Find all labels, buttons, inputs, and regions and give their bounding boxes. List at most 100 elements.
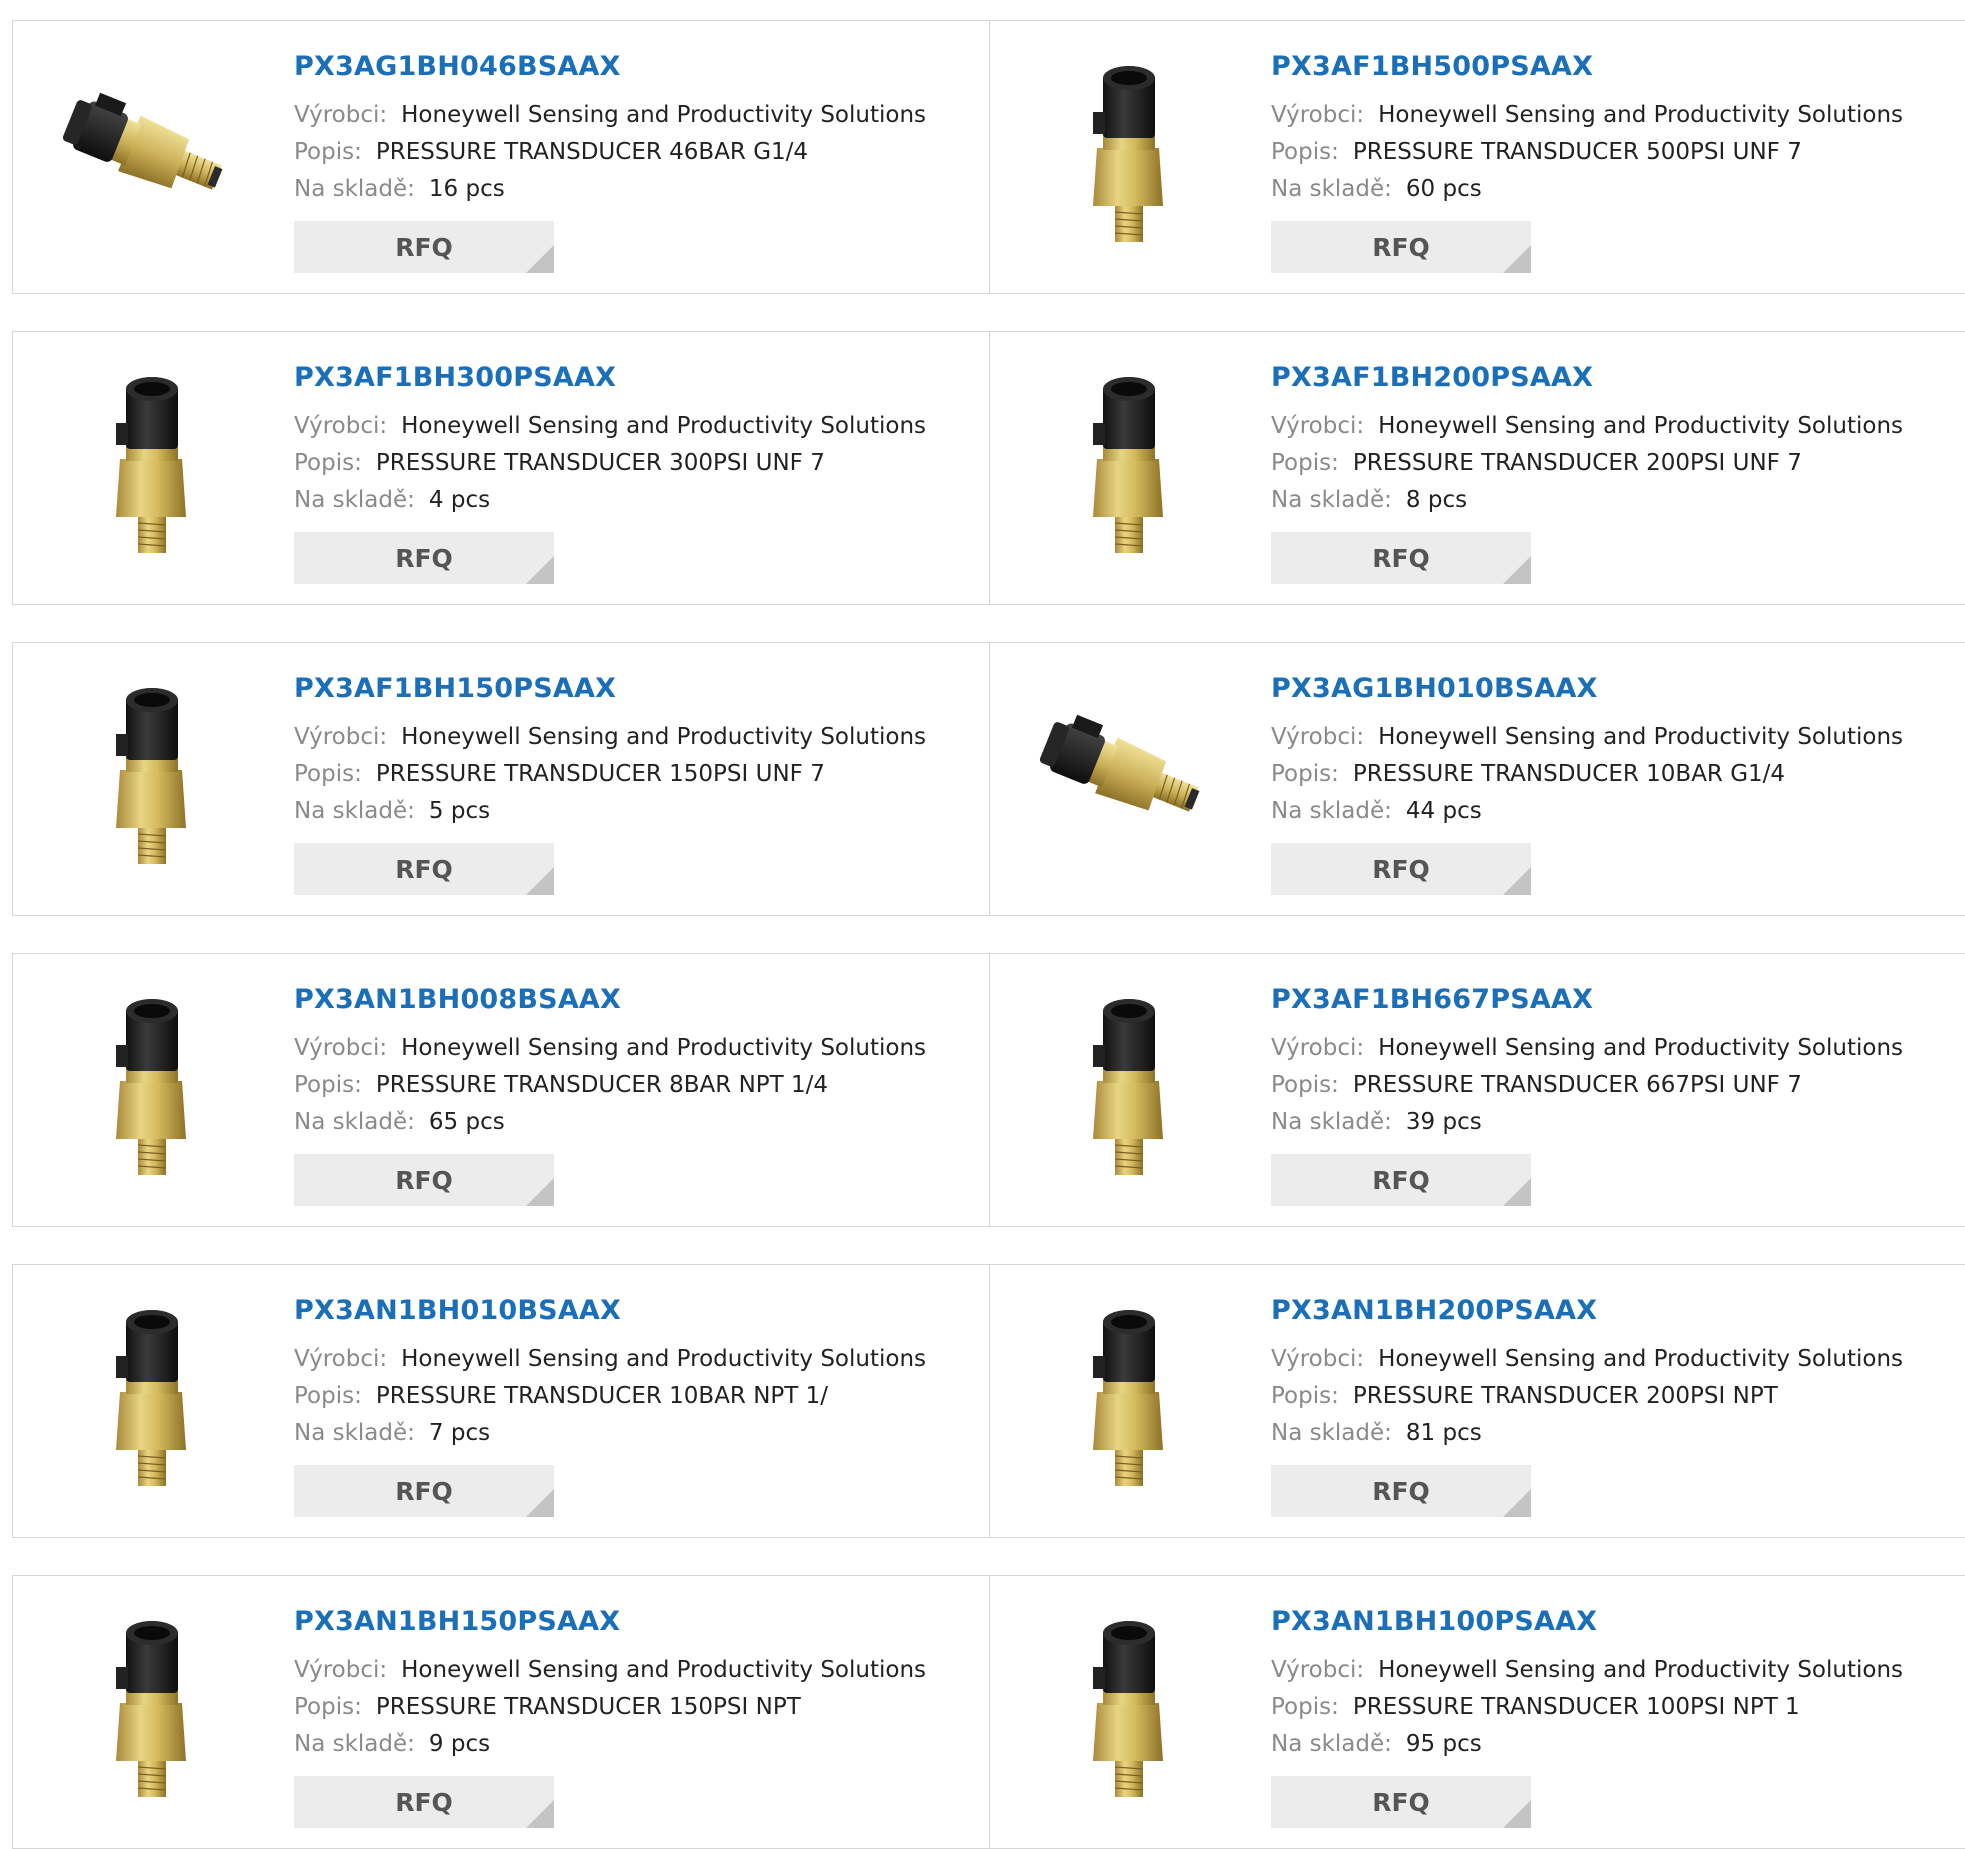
manufacturer-label: Výrobci: [1271,102,1365,128]
product-image[interactable] [51,673,251,873]
product-row: PX3AN1BH150PSAAX Výrobci: Honeywell Sensi… [12,1575,1965,1849]
stock-line: Na skladě: 95 pcs [1271,1731,1482,1757]
manufacturer-value: Honeywell Sensing and Productivity Solut… [401,102,927,128]
rfq-label: RFQ [395,1787,453,1817]
stock-line: Na skladě: 4 pcs [294,487,490,513]
product-image[interactable] [51,1606,251,1806]
stock-value: 60 pcs [1405,176,1482,202]
product-image[interactable] [1028,362,1228,562]
description-line: Popis: PRESSURE TRANSDUCER 100PSI NPT 1 [1271,1694,1800,1720]
product-image[interactable] [51,362,251,562]
rfq-button[interactable]: RFQ [1271,1465,1531,1517]
part-number-link[interactable]: PX3AF1BH200PSAAX [1271,362,1593,393]
rfq-label: RFQ [1372,543,1430,573]
stock-value: 7 pcs [428,1420,491,1446]
part-number-link[interactable]: PX3AF1BH667PSAAX [1271,984,1593,1015]
description-value: PRESSURE TRANSDUCER 200PSI UNF 7 [1352,450,1802,476]
pressure-sensor-icon [116,688,186,864]
rfq-button[interactable]: RFQ [294,1154,554,1206]
stock-line: Na skladě: 65 pcs [294,1109,505,1135]
product-image[interactable] [51,984,251,1184]
stock-value: 9 pcs [428,1731,491,1757]
product-image[interactable] [51,1295,251,1495]
description-value: PRESSURE TRANSDUCER 150PSI UNF 7 [375,761,825,787]
stock-label: Na skladě: [294,1109,415,1135]
stock-label: Na skladě: [294,798,415,824]
part-number-link[interactable]: PX3AF1BH150PSAAX [294,673,616,704]
manufacturer-line: Výrobci: Honeywell Sensing and Productivi… [1271,724,1903,750]
description-line: Popis: PRESSURE TRANSDUCER 150PSI NPT [294,1694,801,1720]
pressure-sensor-icon [116,1310,186,1486]
manufacturer-label: Výrobci: [294,1346,388,1372]
product-image[interactable] [1028,1295,1228,1495]
part-number-link[interactable]: PX3AF1BH500PSAAX [1271,51,1593,82]
stock-label: Na skladě: [1271,487,1392,513]
rfq-button[interactable]: RFQ [1271,221,1531,273]
product-image[interactable] [1028,51,1228,251]
product-image[interactable] [51,51,251,251]
rfq-button[interactable]: RFQ [294,843,554,895]
manufacturer-label: Výrobci: [294,102,388,128]
product-image[interactable] [1028,1606,1228,1806]
product-card: PX3AN1BH008BSAAX Výrobci: Honeywell Sensi… [13,954,990,1226]
stock-value: 4 pcs [428,487,491,513]
corner-fold-icon [526,1178,554,1206]
description-line: Popis: PRESSURE TRANSDUCER 10BAR NPT 1/ [294,1383,828,1409]
corner-fold-icon [526,556,554,584]
description-line: Popis: PRESSURE TRANSDUCER 667PSI UNF 7 [1271,1072,1802,1098]
part-number-link[interactable]: PX3AF1BH300PSAAX [294,362,616,393]
manufacturer-line: Výrobci: Honeywell Sensing and Productivi… [294,413,926,439]
part-number-link[interactable]: PX3AG1BH046BSAAX [294,51,621,82]
rfq-label: RFQ [1372,1787,1430,1817]
product-row: PX3AG1BH046BSAAX Výrobci: Honeywell Sensi… [12,20,1965,294]
rfq-label: RFQ [1372,1165,1430,1195]
description-label: Popis: [1271,1694,1339,1720]
rfq-button[interactable]: RFQ [294,1776,554,1828]
description-label: Popis: [1271,1072,1339,1098]
corner-fold-icon [1503,1800,1531,1828]
rfq-button[interactable]: RFQ [294,532,554,584]
part-number-link[interactable]: PX3AN1BH200PSAAX [1271,1295,1597,1326]
manufacturer-line: Výrobci: Honeywell Sensing and Productivi… [1271,102,1903,128]
stock-line: Na skladě: 5 pcs [294,798,490,824]
rfq-button[interactable]: RFQ [294,1465,554,1517]
stock-label: Na skladě: [294,1731,415,1757]
rfq-button[interactable]: RFQ [1271,843,1531,895]
manufacturer-label: Výrobci: [1271,1035,1365,1061]
product-row: PX3AN1BH010BSAAX Výrobci: Honeywell Sensi… [12,1264,1965,1538]
product-card: PX3AF1BH667PSAAX Výrobci: Honeywell Sensi… [990,954,1965,1226]
part-number-link[interactable]: PX3AN1BH008BSAAX [294,984,621,1015]
part-number-link[interactable]: PX3AN1BH150PSAAX [294,1606,620,1637]
product-card: PX3AF1BH500PSAAX Výrobci: Honeywell Sensi… [990,21,1965,293]
rfq-button[interactable]: RFQ [1271,1154,1531,1206]
pressure-sensor-icon [1093,66,1163,242]
description-value: PRESSURE TRANSDUCER 300PSI UNF 7 [375,450,825,476]
part-number-link[interactable]: PX3AG1BH010BSAAX [1271,673,1598,704]
manufacturer-value: Honeywell Sensing and Productivity Solut… [401,724,927,750]
pressure-sensor-icon [116,999,186,1175]
manufacturer-line: Výrobci: Honeywell Sensing and Productivi… [1271,1035,1903,1061]
stock-line: Na skladě: 39 pcs [1271,1109,1482,1135]
product-image[interactable] [1028,984,1228,1184]
stock-line: Na skladě: 16 pcs [294,176,505,202]
product-image[interactable] [1028,673,1228,873]
product-card: PX3AN1BH010BSAAX Výrobci: Honeywell Sensi… [13,1265,990,1537]
rfq-button[interactable]: RFQ [1271,532,1531,584]
pressure-sensor-icon [1093,377,1163,553]
part-number-link[interactable]: PX3AN1BH010BSAAX [294,1295,621,1326]
rfq-label: RFQ [1372,854,1430,884]
stock-value: 81 pcs [1405,1420,1482,1446]
product-card: PX3AG1BH046BSAAX Výrobci: Honeywell Sensi… [13,21,990,293]
rfq-button[interactable]: RFQ [1271,1776,1531,1828]
rfq-button[interactable]: RFQ [294,221,554,273]
description-label: Popis: [294,1072,362,1098]
description-value: PRESSURE TRANSDUCER 200PSI NPT [1352,1383,1778,1409]
description-value: PRESSURE TRANSDUCER 46BAR G1/4 [375,139,809,165]
manufacturer-label: Výrobci: [1271,1346,1365,1372]
description-value: PRESSURE TRANSDUCER 500PSI UNF 7 [1352,139,1802,165]
description-label: Popis: [1271,1383,1339,1409]
part-number-link[interactable]: PX3AN1BH100PSAAX [1271,1606,1597,1637]
corner-fold-icon [1503,556,1531,584]
description-value: PRESSURE TRANSDUCER 150PSI NPT [375,1694,801,1720]
stock-line: Na skladě: 8 pcs [1271,487,1467,513]
